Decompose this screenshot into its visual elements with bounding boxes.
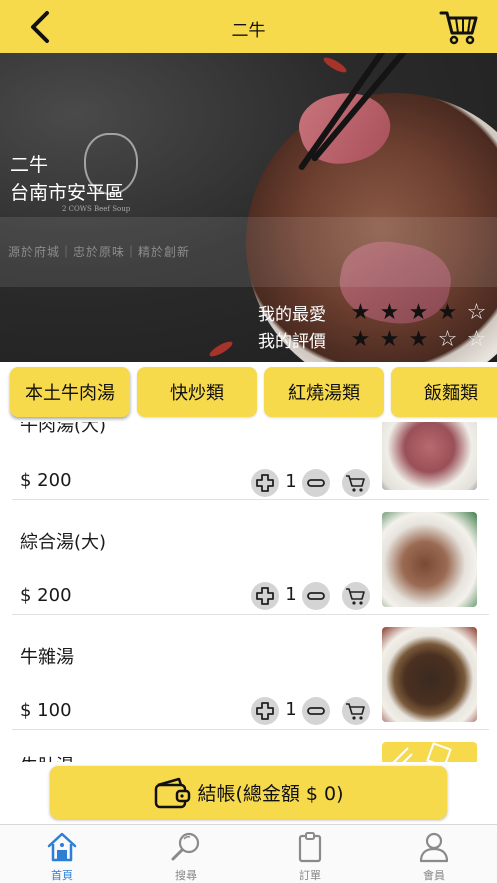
tab-braised-soup[interactable]: 紅燒湯類 xyxy=(264,367,384,417)
clipboard-icon xyxy=(298,832,322,863)
category-tabs: 本土牛肉湯 快炒類 紅燒湯類 飯麵類 xyxy=(0,362,497,422)
star-empty-icon[interactable]: ☆ xyxy=(433,328,462,351)
nav-label: 首頁 xyxy=(51,869,73,882)
minus-icon[interactable] xyxy=(302,469,330,497)
item-price: $ 100 xyxy=(20,700,72,721)
chili-decoration xyxy=(207,339,235,359)
item-price: $ 200 xyxy=(20,585,72,606)
star-filled-icon[interactable]: ★ xyxy=(346,328,375,351)
item-quantity: 1 xyxy=(285,471,297,492)
item-photo[interactable] xyxy=(382,512,477,607)
bottom-nav: 首頁 搜尋 訂單 會員 xyxy=(0,824,497,883)
list-item: 牛肉湯(大) $ 200 1 xyxy=(0,422,497,500)
item-name: 牛雜湯 xyxy=(20,647,74,668)
nav-search[interactable]: 搜尋 xyxy=(124,825,248,883)
list-item: 牛雜湯 $ 100 1 xyxy=(0,615,497,730)
plus-icon[interactable] xyxy=(251,469,279,497)
nav-label: 訂單 xyxy=(299,869,321,882)
add-to-cart-icon[interactable] xyxy=(342,697,370,725)
menu-list: 牛肉湯(大) $ 200 1 綜合湯(大) $ 200 1 牛雜湯 $ 100 … xyxy=(0,422,497,762)
item-quantity: 1 xyxy=(285,584,297,605)
nav-label: 會員 xyxy=(423,869,445,882)
wallet-icon xyxy=(155,777,191,808)
checkout-button[interactable]: 結帳(總金額 $ 0) xyxy=(50,766,447,819)
nav-orders[interactable]: 訂單 xyxy=(248,825,372,883)
search-icon xyxy=(171,832,200,861)
add-to-cart-icon[interactable] xyxy=(342,469,370,497)
item-price: $ 200 xyxy=(20,470,72,491)
top-bar: 二牛 xyxy=(0,0,497,53)
item-quantity: 1 xyxy=(285,699,297,720)
minus-icon[interactable] xyxy=(302,697,330,725)
star-filled-icon[interactable]: ★ xyxy=(404,301,433,324)
item-name: 牛肚湯 xyxy=(20,752,74,762)
add-to-cart-icon[interactable] xyxy=(342,582,370,610)
tab-beef-soup[interactable]: 本土牛肉湯 xyxy=(10,367,130,417)
plus-icon[interactable] xyxy=(251,582,279,610)
item-photo-placeholder[interactable] xyxy=(382,742,477,762)
logo-caption: 2 COWS Beef Soup xyxy=(62,205,131,213)
chili-decoration xyxy=(321,55,349,75)
tab-stir-fry[interactable]: 快炒類 xyxy=(137,367,257,417)
star-filled-icon[interactable]: ★ xyxy=(346,301,375,324)
store-area: 台南市安平區 xyxy=(10,182,125,204)
star-filled-icon[interactable]: ★ xyxy=(375,328,404,351)
favorite-rating: 我的最愛 ★ ★ ★ ★ ☆ xyxy=(258,300,491,325)
shopping-cart-icon[interactable] xyxy=(439,8,479,46)
item-photo[interactable] xyxy=(382,422,477,490)
store-banner: 2 COWS Beef Soup 二牛 台南市安平區 源於府城｜忠於原味｜精於創… xyxy=(0,53,497,362)
star-empty-icon[interactable]: ☆ xyxy=(462,328,491,351)
star-filled-icon[interactable]: ★ xyxy=(433,301,462,324)
home-icon xyxy=(47,832,77,862)
star-filled-icon[interactable]: ★ xyxy=(404,328,433,351)
star-filled-icon[interactable]: ★ xyxy=(375,301,404,324)
list-item: 牛肚湯 xyxy=(0,730,497,762)
minus-icon[interactable] xyxy=(302,582,330,610)
store-name: 二牛 xyxy=(10,154,49,176)
nav-member[interactable]: 會員 xyxy=(372,825,496,883)
item-photo[interactable] xyxy=(382,627,477,722)
user-icon xyxy=(419,832,449,863)
review-rating: 我的評價 ★ ★ ★ ☆ ☆ xyxy=(258,327,491,352)
nav-home[interactable]: 首頁 xyxy=(0,825,124,883)
checkout-label: 結帳(總金額 $ 0) xyxy=(197,783,344,805)
nav-label: 搜尋 xyxy=(175,869,197,882)
list-item: 綜合湯(大) $ 200 1 xyxy=(0,500,497,615)
store-motto: 源於府城｜忠於原味｜精於創新 xyxy=(8,245,191,259)
page-title: 二牛 xyxy=(231,21,266,41)
favorite-stars[interactable]: ★ ★ ★ ★ ☆ xyxy=(346,301,491,324)
favorite-label: 我的最愛 xyxy=(258,305,326,325)
review-stars[interactable]: ★ ★ ★ ☆ ☆ xyxy=(346,328,491,351)
item-name: 牛肉湯(大) xyxy=(20,422,107,436)
item-name: 綜合湯(大) xyxy=(20,532,107,553)
tab-rice-noodles[interactable]: 飯麵類 xyxy=(391,367,497,417)
star-empty-icon[interactable]: ☆ xyxy=(462,301,491,324)
plus-icon[interactable] xyxy=(251,697,279,725)
review-label: 我的評價 xyxy=(258,332,326,352)
